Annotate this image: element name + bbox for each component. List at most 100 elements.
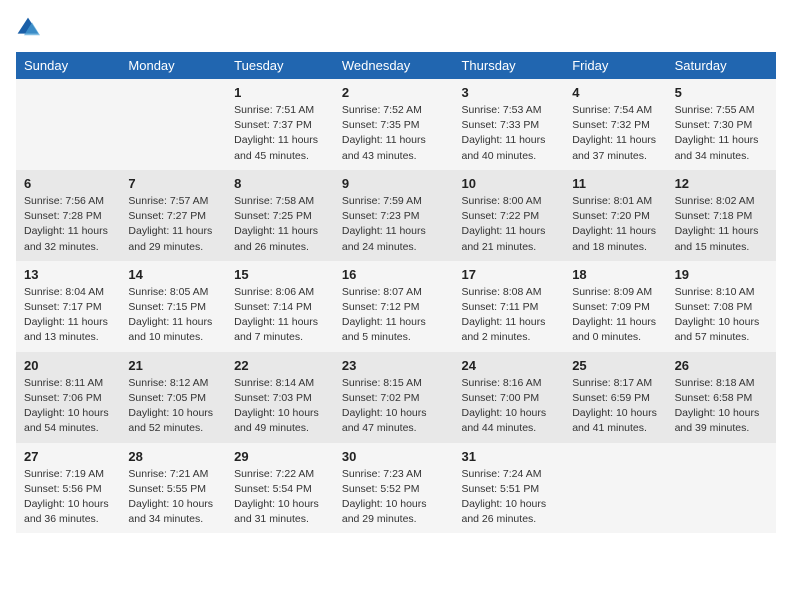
day-number: 7	[128, 176, 218, 191]
weekday-header-thursday: Thursday	[453, 52, 564, 79]
day-number: 5	[675, 85, 768, 100]
calendar-cell: 12 Sunrise: 8:02 AM Sunset: 7:18 PM Dayli…	[667, 170, 776, 261]
day-info: Sunrise: 7:55 AM Sunset: 7:30 PM Dayligh…	[675, 103, 768, 164]
day-number: 17	[461, 267, 556, 282]
day-number: 10	[461, 176, 556, 191]
day-number: 25	[572, 358, 658, 373]
day-info: Sunrise: 7:57 AM Sunset: 7:27 PM Dayligh…	[128, 194, 218, 255]
weekday-header-sunday: Sunday	[16, 52, 120, 79]
calendar-header: SundayMondayTuesdayWednesdayThursdayFrid…	[16, 52, 776, 79]
calendar-week-row: 27 Sunrise: 7:19 AM Sunset: 5:56 PM Dayli…	[16, 443, 776, 534]
calendar-cell: 27 Sunrise: 7:19 AM Sunset: 5:56 PM Dayli…	[16, 443, 120, 534]
calendar-cell: 19 Sunrise: 8:10 AM Sunset: 7:08 PM Dayli…	[667, 261, 776, 352]
calendar-cell: 2 Sunrise: 7:52 AM Sunset: 7:35 PM Daylig…	[334, 79, 454, 170]
calendar-cell: 25 Sunrise: 8:17 AM Sunset: 6:59 PM Dayli…	[564, 352, 666, 443]
calendar-cell: 23 Sunrise: 8:15 AM Sunset: 7:02 PM Dayli…	[334, 352, 454, 443]
day-info: Sunrise: 7:56 AM Sunset: 7:28 PM Dayligh…	[24, 194, 112, 255]
day-number: 6	[24, 176, 112, 191]
day-info: Sunrise: 8:15 AM Sunset: 7:02 PM Dayligh…	[342, 376, 446, 437]
day-number: 12	[675, 176, 768, 191]
day-number: 31	[461, 449, 556, 464]
day-number: 9	[342, 176, 446, 191]
day-number: 21	[128, 358, 218, 373]
day-number: 18	[572, 267, 658, 282]
calendar-cell: 1 Sunrise: 7:51 AM Sunset: 7:37 PM Daylig…	[226, 79, 334, 170]
calendar-cell: 5 Sunrise: 7:55 AM Sunset: 7:30 PM Daylig…	[667, 79, 776, 170]
weekday-header-saturday: Saturday	[667, 52, 776, 79]
day-number: 1	[234, 85, 326, 100]
calendar-cell: 9 Sunrise: 7:59 AM Sunset: 7:23 PM Daylig…	[334, 170, 454, 261]
calendar-cell	[564, 443, 666, 534]
day-number: 26	[675, 358, 768, 373]
weekday-header-wednesday: Wednesday	[334, 52, 454, 79]
day-number: 16	[342, 267, 446, 282]
day-info: Sunrise: 8:14 AM Sunset: 7:03 PM Dayligh…	[234, 376, 326, 437]
day-number: 15	[234, 267, 326, 282]
day-number: 19	[675, 267, 768, 282]
calendar-cell: 13Sunrise: 8:04 AM Sunset: 7:17 PM Dayli…	[16, 261, 120, 352]
day-info: Sunrise: 8:00 AM Sunset: 7:22 PM Dayligh…	[461, 194, 556, 255]
day-info: Sunrise: 8:16 AM Sunset: 7:00 PM Dayligh…	[461, 376, 556, 437]
day-info: Sunrise: 8:02 AM Sunset: 7:18 PM Dayligh…	[675, 194, 768, 255]
calendar-cell: 29Sunrise: 7:22 AM Sunset: 5:54 PM Dayli…	[226, 443, 334, 534]
day-number: 23	[342, 358, 446, 373]
calendar-cell: 22 Sunrise: 8:14 AM Sunset: 7:03 PM Dayli…	[226, 352, 334, 443]
day-info: Sunrise: 7:58 AM Sunset: 7:25 PM Dayligh…	[234, 194, 326, 255]
day-number: 30	[342, 449, 446, 464]
day-info: Sunrise: 7:53 AM Sunset: 7:33 PM Dayligh…	[461, 103, 556, 164]
day-info: Sunrise: 7:59 AM Sunset: 7:23 PM Dayligh…	[342, 194, 446, 255]
calendar-cell: 20Sunrise: 8:11 AM Sunset: 7:06 PM Dayli…	[16, 352, 120, 443]
calendar-cell: 7 Sunrise: 7:57 AM Sunset: 7:27 PM Daylig…	[120, 170, 226, 261]
day-number: 27	[24, 449, 112, 464]
calendar-cell	[120, 79, 226, 170]
calendar-cell: 6 Sunrise: 7:56 AM Sunset: 7:28 PM Daylig…	[16, 170, 120, 261]
day-number: 11	[572, 176, 658, 191]
day-number: 28	[128, 449, 218, 464]
day-info: Sunrise: 8:10 AM Sunset: 7:08 PM Dayligh…	[675, 285, 768, 346]
calendar-cell: 15Sunrise: 8:06 AM Sunset: 7:14 PM Dayli…	[226, 261, 334, 352]
day-number: 3	[461, 85, 556, 100]
day-info: Sunrise: 8:18 AM Sunset: 6:58 PM Dayligh…	[675, 376, 768, 437]
page-header	[16, 16, 776, 40]
calendar-cell: 16 Sunrise: 8:07 AM Sunset: 7:12 PM Dayli…	[334, 261, 454, 352]
day-info: Sunrise: 7:19 AM Sunset: 5:56 PM Dayligh…	[24, 467, 112, 528]
day-number: 4	[572, 85, 658, 100]
calendar-week-row: 13Sunrise: 8:04 AM Sunset: 7:17 PM Dayli…	[16, 261, 776, 352]
weekday-header-row: SundayMondayTuesdayWednesdayThursdayFrid…	[16, 52, 776, 79]
calendar-week-row: 20Sunrise: 8:11 AM Sunset: 7:06 PM Dayli…	[16, 352, 776, 443]
calendar-week-row: 1 Sunrise: 7:51 AM Sunset: 7:37 PM Daylig…	[16, 79, 776, 170]
calendar-cell: 18 Sunrise: 8:09 AM Sunset: 7:09 PM Dayli…	[564, 261, 666, 352]
day-info: Sunrise: 7:52 AM Sunset: 7:35 PM Dayligh…	[342, 103, 446, 164]
day-info: Sunrise: 8:17 AM Sunset: 6:59 PM Dayligh…	[572, 376, 658, 437]
weekday-header-friday: Friday	[564, 52, 666, 79]
day-number: 29	[234, 449, 326, 464]
calendar-cell: 11 Sunrise: 8:01 AM Sunset: 7:20 PM Dayli…	[564, 170, 666, 261]
logo-icon	[16, 16, 40, 40]
calendar-cell: 31 Sunrise: 7:24 AM Sunset: 5:51 PM Dayli…	[453, 443, 564, 534]
day-info: Sunrise: 8:09 AM Sunset: 7:09 PM Dayligh…	[572, 285, 658, 346]
day-number: 22	[234, 358, 326, 373]
day-info: Sunrise: 8:11 AM Sunset: 7:06 PM Dayligh…	[24, 376, 112, 437]
calendar-cell: 30 Sunrise: 7:23 AM Sunset: 5:52 PM Dayli…	[334, 443, 454, 534]
day-info: Sunrise: 8:08 AM Sunset: 7:11 PM Dayligh…	[461, 285, 556, 346]
calendar-week-row: 6 Sunrise: 7:56 AM Sunset: 7:28 PM Daylig…	[16, 170, 776, 261]
day-info: Sunrise: 8:07 AM Sunset: 7:12 PM Dayligh…	[342, 285, 446, 346]
day-number: 8	[234, 176, 326, 191]
day-info: Sunrise: 7:23 AM Sunset: 5:52 PM Dayligh…	[342, 467, 446, 528]
calendar-cell: 3 Sunrise: 7:53 AM Sunset: 7:33 PM Daylig…	[453, 79, 564, 170]
day-number: 2	[342, 85, 446, 100]
day-info: Sunrise: 7:51 AM Sunset: 7:37 PM Dayligh…	[234, 103, 326, 164]
day-info: Sunrise: 8:01 AM Sunset: 7:20 PM Dayligh…	[572, 194, 658, 255]
day-info: Sunrise: 7:54 AM Sunset: 7:32 PM Dayligh…	[572, 103, 658, 164]
calendar-cell: 8 Sunrise: 7:58 AM Sunset: 7:25 PM Daylig…	[226, 170, 334, 261]
day-info: Sunrise: 7:24 AM Sunset: 5:51 PM Dayligh…	[461, 467, 556, 528]
day-number: 24	[461, 358, 556, 373]
calendar-cell: 10 Sunrise: 8:00 AM Sunset: 7:22 PM Dayli…	[453, 170, 564, 261]
calendar-cell	[16, 79, 120, 170]
day-number: 14	[128, 267, 218, 282]
calendar-cell: 17 Sunrise: 8:08 AM Sunset: 7:11 PM Dayli…	[453, 261, 564, 352]
day-info: Sunrise: 8:04 AM Sunset: 7:17 PM Dayligh…	[24, 285, 112, 346]
calendar-cell: 28Sunrise: 7:21 AM Sunset: 5:55 PM Dayli…	[120, 443, 226, 534]
weekday-header-monday: Monday	[120, 52, 226, 79]
day-info: Sunrise: 8:05 AM Sunset: 7:15 PM Dayligh…	[128, 285, 218, 346]
